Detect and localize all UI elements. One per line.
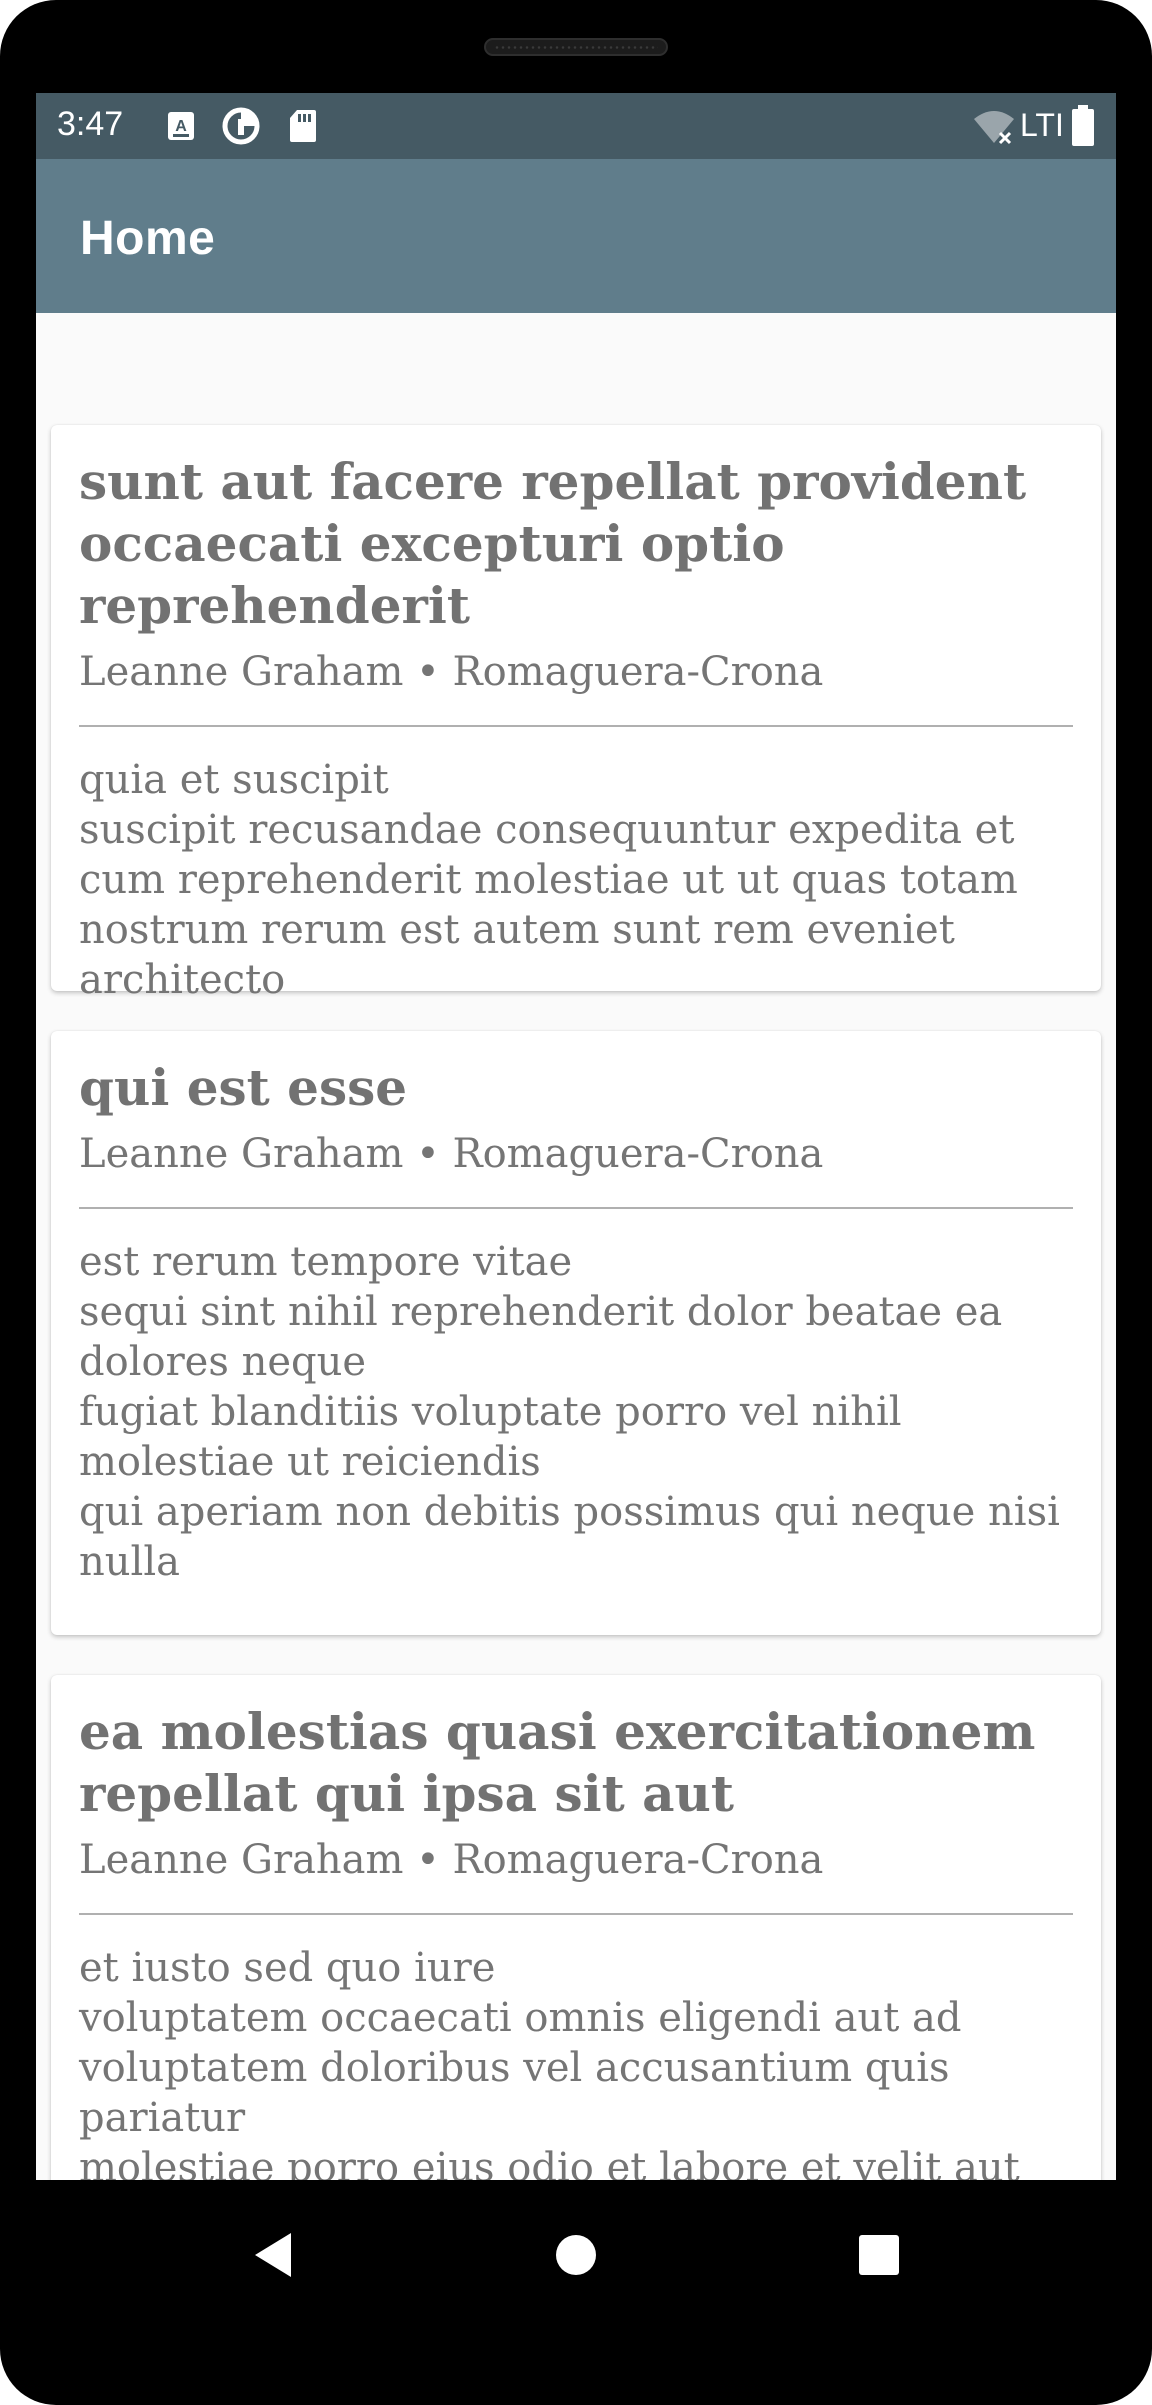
post-title: sunt aut facere repellat provident occae… [79,452,1027,635]
post-card[interactable]: sunt aut facere repellat provident occae… [51,425,1101,1003]
home-icon [556,2235,596,2275]
post-author: Leanne Graham • Romaguera-Crona [79,649,824,695]
status-bar: 3:47 A LTI [36,93,1116,159]
earpiece-speaker [484,38,668,56]
divider [79,1207,1073,1209]
phone-frame: 3:47 A LTI Home sunt aut facere repellat… [0,0,1152,2405]
post-body: et iusto sed quo iure voluptatem occaeca… [79,1945,1020,2180]
divider [79,1913,1073,1915]
navigation-bar [36,2180,1116,2330]
home-button[interactable] [541,2220,611,2290]
app-bar: Home [36,159,1116,313]
post-title: ea molestias quasi exercitationem repell… [79,1702,1036,1823]
page-title: Home [80,212,216,265]
post-card[interactable]: qui est esse Leanne Graham • Romaguera-C… [51,1031,1101,1635]
post-author: Leanne Graham • Romaguera-Crona [79,1837,824,1883]
recents-icon [859,2235,899,2275]
battery-icon [1072,105,1094,146]
sd-card-icon [290,110,316,142]
data-saver-icon [222,107,260,145]
back-button[interactable] [238,2220,308,2290]
recents-button[interactable] [844,2220,914,2290]
divider [79,725,1073,727]
post-title: qui est esse [79,1058,408,1117]
post-body: quia et suscipit suscipit recusandae con… [79,757,1018,1003]
post-card[interactable]: ea molestias quasi exercitationem repell… [51,1675,1101,2180]
back-icon [255,2233,291,2277]
screen: 3:47 A LTI Home sunt aut facere repellat… [36,93,1116,2180]
post-body: est rerum tempore vitae sequi sint nihil… [79,1239,1060,1585]
post-author: Leanne Graham • Romaguera-Crona [79,1131,824,1177]
keyboard-a-icon: A [168,112,194,140]
svg-text:A: A [175,118,187,135]
wifi-off-icon [974,111,1014,145]
network-label: LTI [1020,107,1064,143]
status-time: 3:47 [57,105,124,143]
